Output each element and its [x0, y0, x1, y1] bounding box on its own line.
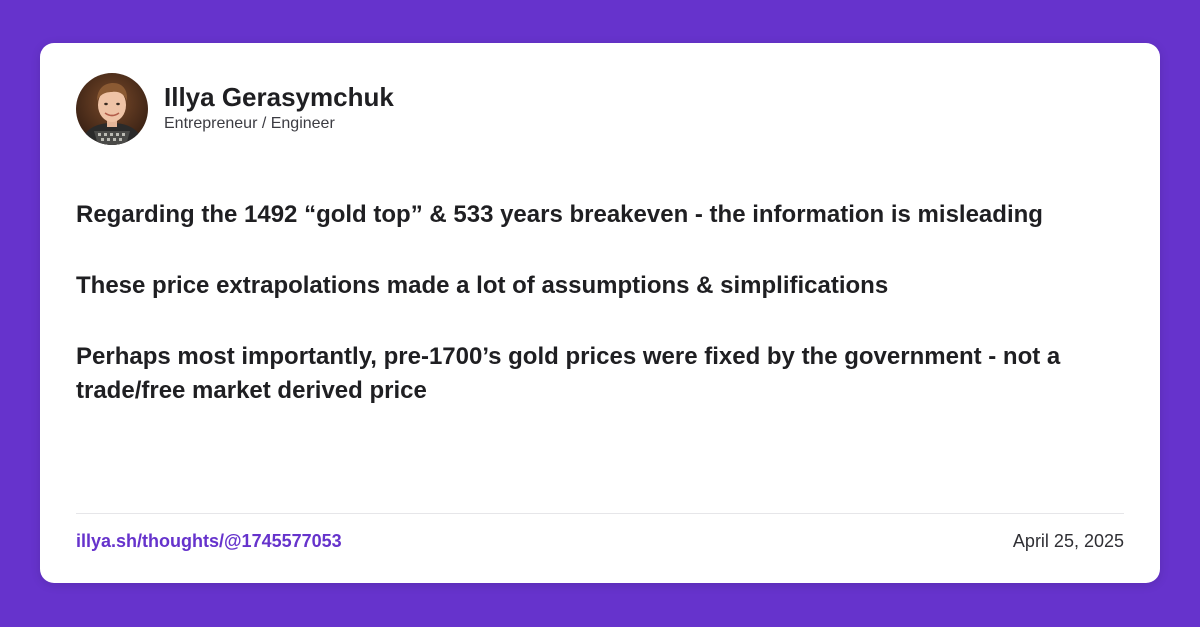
post-paragraph: Perhaps most importantly, pre-1700’s gol…: [76, 343, 1061, 404]
post-date: April 25, 2025: [1012, 531, 1124, 551]
profile-photo-icon: [76, 73, 148, 145]
post-body: Regarding the 1492 “gold top” & 533 year…: [76, 198, 1126, 445]
post-paragraph: These price extrapolations made a lot of…: [76, 272, 889, 299]
post-card: Illya Gerasymchuk Entrepreneur / Enginee…: [40, 43, 1160, 583]
author-header: Illya Gerasymchuk Entrepreneur / Enginee…: [76, 73, 394, 145]
author-identity: Illya Gerasymchuk Entrepreneur / Enginee…: [164, 82, 394, 134]
post-permalink[interactable]: illya.sh/thoughts/@1745577053: [76, 530, 342, 552]
avatar[interactable]: [76, 73, 148, 145]
author-name[interactable]: Illya Gerasymchuk: [164, 82, 394, 112]
author-role: Entrepreneur / Engineer: [164, 115, 335, 132]
post-paragraph: Regarding the 1492 “gold top” & 533 year…: [76, 201, 1043, 228]
footer-divider: [76, 513, 1124, 514]
